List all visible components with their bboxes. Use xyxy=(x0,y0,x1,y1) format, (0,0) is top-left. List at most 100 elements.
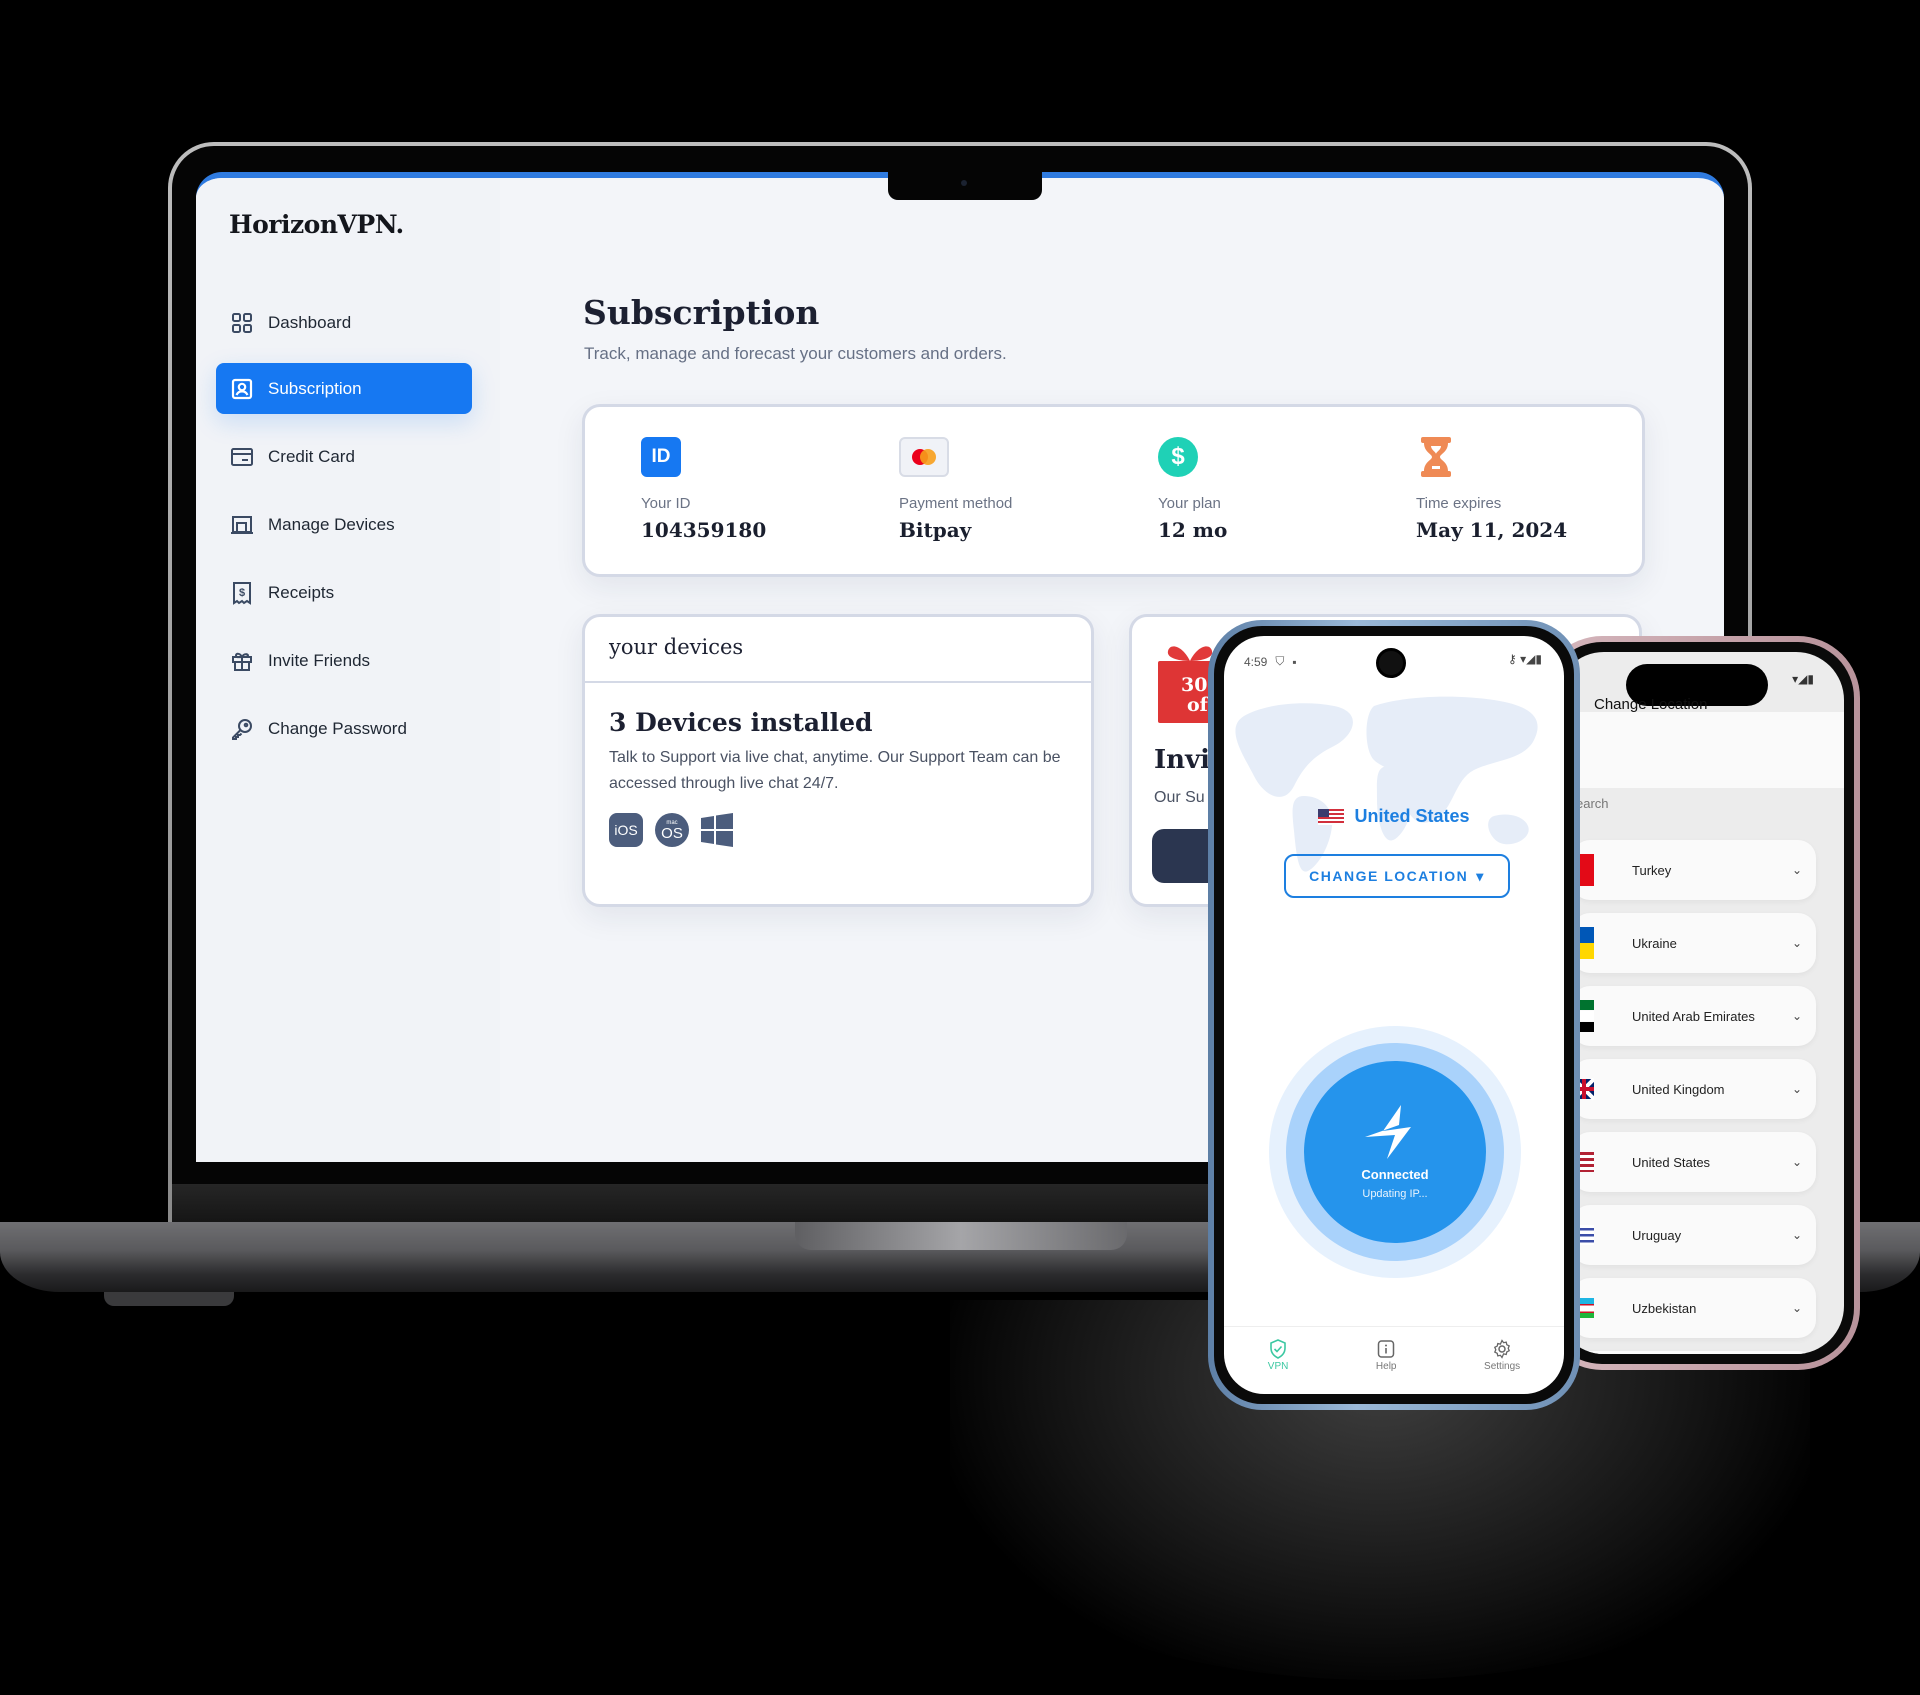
discount-badge: 30 of xyxy=(1181,675,1208,715)
stat-time-expires: Time expires May 11, 2024 xyxy=(1416,437,1567,542)
devices-count-title: 3 Devices installed xyxy=(609,708,873,737)
connect-button[interactable]: Connected Updating IP... xyxy=(1304,1061,1486,1243)
location-item[interactable]: Uruguay ⌄ xyxy=(1572,1205,1816,1265)
sidebar-item-dashboard[interactable]: Dashboard xyxy=(216,297,472,348)
tab-help[interactable]: Help xyxy=(1375,1339,1397,1394)
svg-text:$: $ xyxy=(239,587,245,599)
sidebar-item-manage-devices[interactable]: Manage Devices xyxy=(216,499,472,550)
tab-label: Help xyxy=(1375,1361,1397,1372)
stat-value: 104359180 xyxy=(641,518,767,542)
os-list: iOS mac OS xyxy=(609,813,1067,847)
connection-substatus: Updating IP... xyxy=(1362,1187,1428,1200)
stat-label: Time expires xyxy=(1416,495,1502,512)
devices-icon xyxy=(231,515,253,534)
location-header xyxy=(1556,712,1844,788)
stat-your-id: ID Your ID 104359180 xyxy=(641,437,766,542)
devices-description: Talk to Support via live chat, anytime. … xyxy=(609,749,1061,792)
camera-notch xyxy=(888,172,1042,200)
location-name: Uruguay xyxy=(1632,1227,1682,1243)
tab-settings[interactable]: Settings xyxy=(1484,1339,1520,1394)
flag-us-icon xyxy=(1318,808,1345,825)
selected-country: United States xyxy=(1224,806,1564,827)
gear-icon xyxy=(1494,1339,1511,1359)
location-name: Uzbekistan xyxy=(1632,1300,1697,1316)
notification-icon: ▪ xyxy=(1292,654,1297,669)
stat-value: Bitpay xyxy=(899,518,972,542)
subscription-summary-card: ID Your ID 104359180 Payment method Bitp… xyxy=(582,404,1645,577)
phone-vpn-app: 4:59 ⛉ ▪ ⚷ ▾◢▮ United States CHANGE LOCA… xyxy=(1208,620,1580,1410)
signal-battery-icon: ▾◢▮ xyxy=(1792,672,1814,686)
badge-line-2: of xyxy=(1187,694,1208,716)
location-item[interactable]: Uzbekistan ⌄ xyxy=(1572,1278,1816,1338)
sidebar-item-label: Subscription xyxy=(268,378,362,398)
sidebar-item-change-password[interactable]: Change Password xyxy=(216,703,472,754)
invite-title: Invi xyxy=(1154,745,1211,775)
chevron-down-icon: ⌄ xyxy=(1791,1082,1802,1096)
grid-icon xyxy=(232,312,252,333)
sidebar-item-invite-friends[interactable]: Invite Friends xyxy=(216,635,472,686)
location-item[interactable]: United States ⌄ xyxy=(1572,1132,1816,1192)
page-subtitle: Track, manage and forecast your customer… xyxy=(584,344,1007,363)
macos-label: OS xyxy=(661,824,683,842)
chevron-down-icon: ⌄ xyxy=(1791,936,1802,950)
page-title: Subscription xyxy=(583,293,820,332)
chevron-down-icon: ⌄ xyxy=(1791,1155,1802,1169)
gift-icon xyxy=(232,652,252,671)
laptop-foot xyxy=(104,1292,234,1306)
chevron-down-icon: ⌄ xyxy=(1791,863,1802,877)
change-location-label: CHANGE LOCATION xyxy=(1309,868,1469,884)
mastercard-icon xyxy=(899,437,949,477)
stat-value: May 11, 2024 xyxy=(1416,518,1568,542)
location-item[interactable]: Yemen ⌄ xyxy=(1572,1351,1816,1354)
badge-line-1: 30 xyxy=(1181,674,1208,696)
change-location-button[interactable]: CHANGE LOCATION ▾ xyxy=(1284,854,1510,898)
bolt-icon xyxy=(1365,1104,1411,1159)
bottom-tab-bar: VPN Help Settings xyxy=(1224,1326,1564,1394)
ios-icon: iOS xyxy=(609,813,643,847)
sidebar-item-label: Invite Friends xyxy=(268,650,371,670)
sidebar-item-credit-card[interactable]: Credit Card xyxy=(216,431,472,482)
info-icon xyxy=(1377,1340,1395,1358)
macos-icon: mac OS xyxy=(655,813,689,847)
app-logo[interactable]: HorizonVPN. xyxy=(229,210,404,239)
sidebar-item-label: Credit Card xyxy=(268,446,355,466)
hourglass-icon xyxy=(1416,437,1456,477)
credit-card-icon xyxy=(231,447,253,466)
webcam-icon xyxy=(961,180,967,186)
sidebar-item-subscription[interactable]: Subscription xyxy=(216,363,472,414)
receipt-icon: $ xyxy=(233,581,251,605)
location-name: United Arab Emirates xyxy=(1632,1008,1755,1024)
connection-status: Connected xyxy=(1361,1166,1429,1182)
shield-check-icon xyxy=(1270,1339,1286,1359)
devices-card-header: your devices xyxy=(585,617,1091,683)
sidebar-item-label: Receipts xyxy=(268,582,335,602)
stat-your-plan: $ Your plan 12 mo xyxy=(1158,437,1227,542)
phone-back-screen: ▪ ▾◢▮ Change Location earch Turkey ⌄ Ukr… xyxy=(1556,652,1844,1354)
location-item[interactable]: Turkey ⌄ xyxy=(1572,840,1816,900)
sidebar-item-receipts[interactable]: $ Receipts xyxy=(216,567,472,618)
stat-label: Payment method xyxy=(899,495,1013,512)
caret-down-icon: ▾ xyxy=(1476,867,1485,884)
location-search-input[interactable]: earch xyxy=(1576,782,1836,822)
dollar-icon: $ xyxy=(1158,437,1198,477)
location-name: Ukraine xyxy=(1632,935,1677,951)
sidebar-item-label: Change Password xyxy=(268,718,407,738)
chevron-down-icon: ⌄ xyxy=(1791,1009,1802,1023)
location-title: Change Location xyxy=(1594,696,1708,713)
status-time: 4:59 xyxy=(1244,654,1268,669)
location-item[interactable]: United Arab Emirates ⌄ xyxy=(1572,986,1816,1046)
key-icon xyxy=(232,718,252,740)
tab-label: Settings xyxy=(1484,1361,1521,1372)
status-bar-left: 4:59 ⛉ ▪ xyxy=(1244,654,1297,669)
world-map-icon xyxy=(1235,696,1538,872)
chevron-down-icon: ⌄ xyxy=(1791,1301,1802,1315)
chevron-down-icon: ⌄ xyxy=(1791,1228,1802,1242)
front-camera xyxy=(1376,648,1406,678)
location-item[interactable]: United Kingdom ⌄ xyxy=(1572,1059,1816,1119)
tab-vpn[interactable]: VPN xyxy=(1268,1339,1288,1394)
location-name: United States xyxy=(1632,1154,1711,1170)
stat-label: Your plan xyxy=(1158,495,1221,512)
signal-battery-icon: ⚷ ▾◢▮ xyxy=(1508,652,1542,666)
stat-payment-method: Payment method Bitpay xyxy=(899,437,1012,542)
location-item[interactable]: Ukraine ⌄ xyxy=(1572,913,1816,973)
